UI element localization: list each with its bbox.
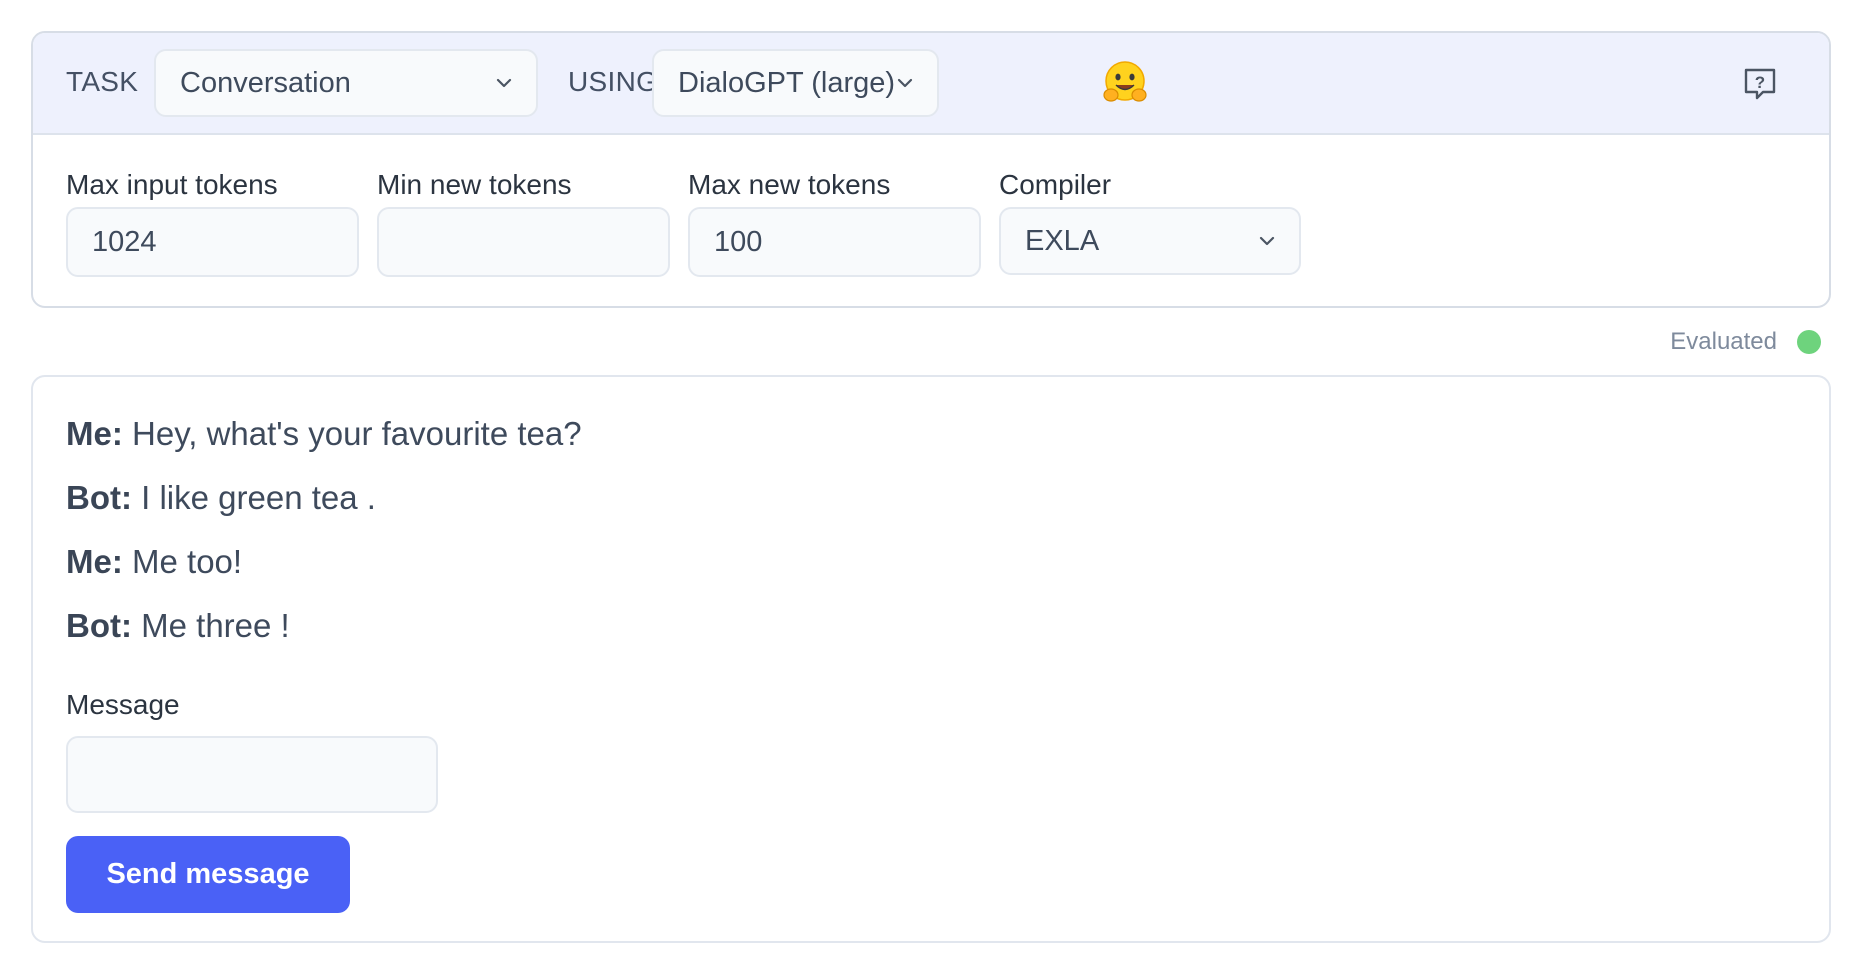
max-new-tokens-input[interactable] [688,207,981,277]
status-text: Evaluated [1670,328,1777,355]
message-speaker: Me: [66,543,123,580]
message-speaker: Bot: [66,607,132,644]
compiler-label: Compiler [999,169,1112,200]
using-label: USING [568,66,659,97]
message-text: Me three ! [141,607,290,644]
message-label: Message [66,689,180,720]
chat-message: Bot: Me three ! [66,607,290,645]
chevron-down-icon [1259,236,1275,246]
message-text: Me too! [132,543,243,580]
chat-message: Me: Me too! [66,543,242,581]
message-text: I like green tea . [141,479,376,516]
max-input-tokens-label: Max input tokens [66,169,278,200]
message-speaker: Me: [66,415,123,452]
status-indicator-dot [1797,330,1821,354]
model-select-value: DialoGPT (large) [678,66,896,99]
smart-cell-config-panel: TASK Conversation USING DialoGPT (large) [31,31,1831,308]
model-select[interactable]: DialoGPT (large) [652,49,939,117]
message-text: Hey, what's your favourite tea? [132,415,582,452]
config-header: TASK Conversation USING DialoGPT (large) [33,33,1829,135]
compiler-select-value: EXLA [1025,224,1100,257]
chat-message: Bot: I like green tea . [66,479,376,517]
max-input-tokens-input[interactable] [66,207,359,277]
evaluation-status: Evaluated [1670,328,1821,356]
task-select-value: Conversation [180,66,351,99]
chat-message: Me: Hey, what's your favourite tea? [66,415,582,453]
message-speaker: Bot: [66,479,132,516]
conversation-output: Me: Hey, what's your favourite tea? Bot:… [31,375,1831,943]
hugging-face-icon [1103,61,1147,102]
help-icon[interactable]: ? [1741,65,1779,103]
min-new-tokens-label: Min new tokens [377,169,572,200]
chevron-down-icon [496,78,512,88]
config-body: Max input tokens Min new tokens Max new … [33,135,1829,306]
task-label: TASK [66,66,139,97]
message-input[interactable] [66,736,438,813]
max-new-tokens-label: Max new tokens [688,169,891,200]
svg-text:?: ? [1755,73,1765,92]
compiler-select[interactable]: EXLA [999,207,1301,275]
min-new-tokens-input[interactable] [377,207,670,277]
task-select[interactable]: Conversation [154,49,538,117]
chevron-down-icon [897,78,913,88]
send-message-button[interactable]: Send message [66,836,350,913]
